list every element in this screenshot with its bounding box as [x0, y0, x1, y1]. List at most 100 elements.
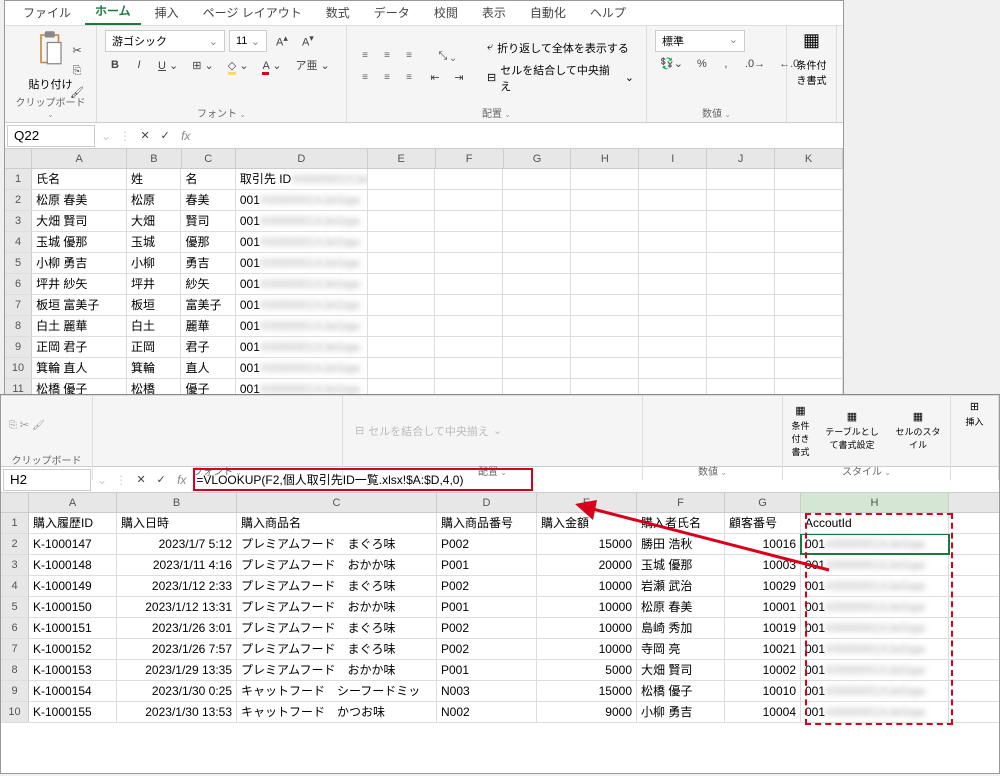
- cell[interactable]: [571, 295, 639, 315]
- row-header[interactable]: 10: [1, 702, 29, 722]
- cell[interactable]: 玉城: [127, 232, 181, 252]
- cell[interactable]: 2023/1/30 13:53: [117, 702, 237, 722]
- cell[interactable]: 001X0000001XJeGqw: [801, 618, 949, 638]
- cell[interactable]: 君子: [181, 337, 235, 357]
- cell[interactable]: 5000: [537, 660, 637, 680]
- cell-style-icon[interactable]: ▦: [913, 410, 923, 423]
- paste-icon[interactable]: [34, 30, 68, 76]
- cell[interactable]: 001X0000001XJeGqw: [236, 190, 368, 210]
- cell[interactable]: 板垣: [127, 295, 181, 315]
- cell[interactable]: 10016: [725, 534, 801, 554]
- cell[interactable]: 麗華: [181, 316, 235, 336]
- insert-cells-icon[interactable]: ⊞: [970, 400, 979, 413]
- cell[interactable]: 購入履歴ID: [29, 513, 117, 533]
- inc-decimal-button[interactable]: .0→: [740, 55, 770, 73]
- row-header[interactable]: 5: [1, 597, 29, 617]
- cell[interactable]: 001X0000001XJeGqw: [801, 576, 949, 596]
- font-size-select[interactable]: 11⌄: [229, 30, 267, 52]
- cell[interactable]: [707, 169, 775, 189]
- cell[interactable]: P002: [437, 639, 537, 659]
- col-header-b[interactable]: B: [127, 149, 181, 168]
- cell[interactable]: 10000: [537, 618, 637, 638]
- cell[interactable]: 賢司: [181, 211, 235, 231]
- cell[interactable]: プレミアムフード おかか味: [237, 555, 437, 575]
- tab-home[interactable]: ホーム: [85, 0, 141, 25]
- cell[interactable]: キャットフード かつお味: [237, 702, 437, 722]
- cell[interactable]: P002: [437, 534, 537, 554]
- cell[interactable]: 岩瀬 武治: [637, 576, 725, 596]
- cell[interactable]: 春美: [181, 190, 235, 210]
- cell[interactable]: [639, 337, 707, 357]
- cell[interactable]: K-1000149: [29, 576, 117, 596]
- cell[interactable]: 2023/1/11 4:16: [117, 555, 237, 575]
- cell[interactable]: 購入日時: [117, 513, 237, 533]
- bold-button[interactable]: B: [105, 56, 125, 74]
- col-header-j[interactable]: J: [707, 149, 775, 168]
- cell[interactable]: 富美子: [181, 295, 235, 315]
- cell[interactable]: [571, 253, 639, 273]
- grow-font-button[interactable]: A▴: [271, 30, 293, 52]
- wrap-text-button[interactable]: ⤶ 折り返して全体を表示する: [483, 38, 638, 58]
- cell[interactable]: [707, 358, 775, 378]
- cell[interactable]: 寺岡 亮: [637, 639, 725, 659]
- indent-inc-button[interactable]: ⇥: [449, 68, 469, 87]
- col-header-h[interactable]: H: [571, 149, 639, 168]
- cell[interactable]: 紗矢: [181, 274, 235, 294]
- cell[interactable]: K-1000147: [29, 534, 117, 554]
- cell[interactable]: 玉城 優那: [637, 555, 725, 575]
- cell[interactable]: 白土: [127, 316, 181, 336]
- orientation-button[interactable]: ⤡ ⌄: [425, 47, 469, 66]
- select-all-corner-2[interactable]: [1, 493, 29, 512]
- row-header[interactable]: 9: [1, 681, 29, 701]
- name-box-2[interactable]: [3, 469, 91, 491]
- cell[interactable]: [435, 316, 503, 336]
- cell[interactable]: 白土 麗華: [32, 316, 127, 336]
- cell[interactable]: 20000: [537, 555, 637, 575]
- cell[interactable]: 購入商品名: [237, 513, 437, 533]
- cell[interactable]: P001: [437, 555, 537, 575]
- col-header-i[interactable]: I: [639, 149, 707, 168]
- cell[interactable]: 15000: [537, 534, 637, 554]
- cell[interactable]: [571, 169, 639, 189]
- col2-g[interactable]: G: [725, 493, 801, 512]
- cell[interactable]: [435, 169, 503, 189]
- cell[interactable]: [368, 169, 436, 189]
- cell[interactable]: 001X0000001XJeGqw: [236, 274, 368, 294]
- fx-icon[interactable]: fx: [175, 129, 196, 143]
- cell[interactable]: プレミアムフード まぐろ味: [237, 534, 437, 554]
- cell[interactable]: [503, 337, 571, 357]
- cell[interactable]: 10002: [725, 660, 801, 680]
- row-header[interactable]: 8: [5, 316, 32, 336]
- row-header[interactable]: 6: [1, 618, 29, 638]
- row-header[interactable]: 4: [5, 232, 32, 252]
- tab-help[interactable]: ヘルプ: [580, 0, 636, 25]
- cell[interactable]: N003: [437, 681, 537, 701]
- tab-formula[interactable]: 数式: [316, 0, 360, 25]
- name-box[interactable]: [7, 125, 95, 147]
- cell[interactable]: 001X0000001XJeGqw: [801, 555, 949, 575]
- cell[interactable]: 松原 春美: [32, 190, 127, 210]
- enter-formula-button-2[interactable]: ✓: [151, 470, 171, 489]
- cell[interactable]: 001X0000001XJeGqw: [801, 681, 949, 701]
- cell[interactable]: K-1000152: [29, 639, 117, 659]
- merge-center-button-2[interactable]: ⊟ セルを結合して中央揃え ⌄: [351, 421, 506, 441]
- underline-button[interactable]: U ⌄: [153, 56, 183, 75]
- cell[interactable]: [503, 253, 571, 273]
- cell[interactable]: 坪井 紗矢: [32, 274, 127, 294]
- cell[interactable]: 購入商品番号: [437, 513, 537, 533]
- cell[interactable]: 10000: [537, 576, 637, 596]
- cell[interactable]: 2023/1/29 13:35: [117, 660, 237, 680]
- cell[interactable]: [435, 211, 503, 231]
- cell[interactable]: 氏名: [32, 169, 127, 189]
- cell[interactable]: 001X0000001XJeGqw: [236, 295, 368, 315]
- col-header-f[interactable]: F: [436, 149, 504, 168]
- cell[interactable]: [571, 190, 639, 210]
- cell[interactable]: 大畑: [127, 211, 181, 231]
- cell[interactable]: [775, 169, 843, 189]
- cell[interactable]: 勇吉: [181, 253, 235, 273]
- col-header-g[interactable]: G: [504, 149, 572, 168]
- cell[interactable]: [707, 232, 775, 252]
- row-header[interactable]: 3: [5, 211, 32, 231]
- cell[interactable]: 2023/1/12 13:31: [117, 597, 237, 617]
- row-header[interactable]: 7: [5, 295, 32, 315]
